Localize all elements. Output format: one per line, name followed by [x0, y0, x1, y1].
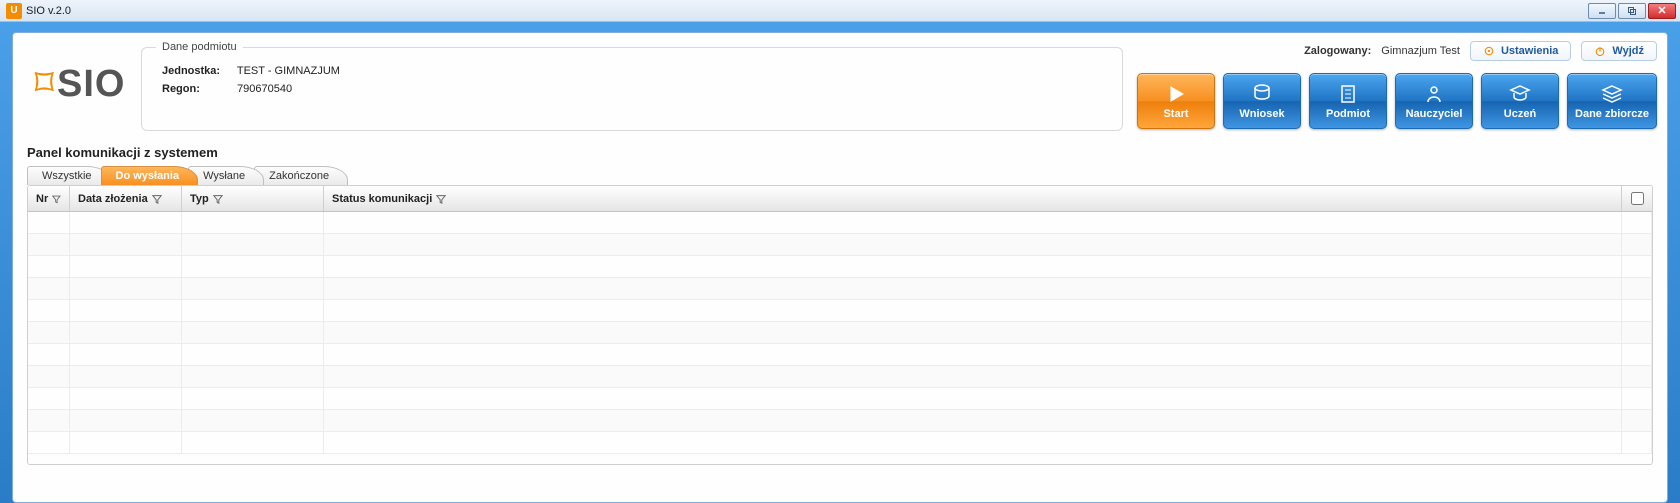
- table-row: [28, 366, 1652, 388]
- nav-uczen-label: Uczeń: [1504, 108, 1536, 120]
- header: ⌑SIO Dane podmiotu Jednostka: TEST - GIM…: [13, 33, 1667, 139]
- entity-fieldset: Dane podmiotu Jednostka: TEST - GIMNAZJU…: [141, 41, 1123, 131]
- filter-icon: [436, 194, 446, 204]
- settings-label: Ustawienia: [1501, 45, 1558, 57]
- nav-podmiot-label: Podmiot: [1326, 108, 1370, 120]
- nav-podmiot[interactable]: Podmiot: [1309, 73, 1387, 129]
- filter-icon: [213, 194, 223, 204]
- table-row: [28, 278, 1652, 300]
- col-type-label: Typ: [190, 193, 209, 205]
- table-row: [28, 344, 1652, 366]
- power-icon: [1594, 45, 1606, 57]
- col-status-label: Status komunikacji: [332, 193, 432, 205]
- play-icon: [1164, 82, 1188, 106]
- tab-wszystkie[interactable]: Wszystkie: [27, 166, 111, 185]
- logo-text: SIO: [57, 63, 125, 105]
- nav-start[interactable]: Start: [1137, 73, 1215, 129]
- teacher-icon: [1422, 82, 1446, 106]
- nav-nauczyciel[interactable]: Nauczyciel: [1395, 73, 1473, 129]
- table-row: [28, 410, 1652, 432]
- select-all-checkbox[interactable]: [1631, 192, 1644, 205]
- window-title: SIO v.2.0: [26, 5, 71, 17]
- close-button[interactable]: ✕: [1648, 3, 1676, 19]
- entity-legend: Dane podmiotu: [156, 41, 243, 53]
- table-row: [28, 432, 1652, 454]
- window-controls: ✕: [1588, 3, 1678, 19]
- app-frame: ⌑SIO Dane podmiotu Jednostka: TEST - GIM…: [0, 22, 1680, 503]
- table-row: [28, 388, 1652, 410]
- panel-title: Panel komunikacji z systemem: [13, 139, 1667, 166]
- nav-wniosek-label: Wniosek: [1239, 108, 1284, 120]
- jednostka-label: Jednostka:: [162, 65, 234, 77]
- grid: Nr Data złożenia Typ Status komunikacji: [27, 185, 1653, 465]
- tab-do-wyslania[interactable]: Do wysłania: [101, 166, 199, 185]
- col-checkbox: [1622, 186, 1652, 211]
- nav-row: Start Wniosek Podmiot Nauczyciel: [1137, 73, 1657, 129]
- building-icon: [1336, 82, 1360, 106]
- gear-icon: [1483, 45, 1495, 57]
- minimize-button[interactable]: [1588, 3, 1616, 19]
- table-row: [28, 300, 1652, 322]
- login-row: Zalogowany: Gimnazjum Test Ustawienia Wy…: [1304, 41, 1657, 61]
- jednostka-value: TEST - GIMNAZJUM: [237, 65, 340, 77]
- nav-uczen[interactable]: Uczeń: [1481, 73, 1559, 129]
- col-date-label: Data złożenia: [78, 193, 148, 205]
- window-titlebar: U SIO v.2.0 ✕: [0, 0, 1680, 22]
- filter-icon: [152, 194, 162, 204]
- nav-start-label: Start: [1163, 108, 1188, 120]
- table-row: [28, 212, 1652, 234]
- nav-nauczyciel-label: Nauczyciel: [1406, 108, 1463, 120]
- filter-icon: [52, 194, 61, 204]
- logout-label: Wyjdź: [1612, 45, 1644, 57]
- col-status[interactable]: Status komunikacji: [324, 186, 1622, 211]
- regon-label: Regon:: [162, 83, 234, 95]
- header-right: Zalogowany: Gimnazjum Test Ustawienia Wy…: [1137, 41, 1657, 129]
- logged-in-user: Gimnazjum Test: [1381, 45, 1460, 57]
- layers-icon: [1600, 82, 1624, 106]
- nav-dane-label: Dane zbiorcze: [1575, 108, 1649, 120]
- logout-button[interactable]: Wyjdź: [1581, 41, 1657, 61]
- shield-icon: ⌑: [35, 63, 56, 105]
- grid-body: [28, 212, 1652, 454]
- tab-zakonczone[interactable]: Zakończone: [254, 166, 348, 185]
- col-type[interactable]: Typ: [182, 186, 324, 211]
- table-row: [28, 256, 1652, 278]
- database-icon: [1250, 82, 1274, 106]
- student-icon: [1508, 82, 1532, 106]
- regon-value: 790670540: [237, 83, 292, 95]
- content-area: ⌑SIO Dane podmiotu Jednostka: TEST - GIM…: [12, 32, 1668, 503]
- tab-wyslane[interactable]: Wysłane: [188, 166, 264, 185]
- col-nr-label: Nr: [36, 193, 48, 205]
- nav-wniosek[interactable]: Wniosek: [1223, 73, 1301, 129]
- col-date[interactable]: Data złożenia: [70, 186, 182, 211]
- nav-dane-zbiorcze[interactable]: Dane zbiorcze: [1567, 73, 1657, 129]
- col-nr[interactable]: Nr: [28, 186, 70, 211]
- logged-in-label: Zalogowany:: [1304, 45, 1371, 57]
- table-row: [28, 322, 1652, 344]
- grid-header: Nr Data złożenia Typ Status komunikacji: [28, 186, 1652, 212]
- maximize-button[interactable]: [1618, 3, 1646, 19]
- logo: ⌑SIO: [25, 41, 135, 106]
- app-icon: U: [6, 3, 22, 19]
- settings-button[interactable]: Ustawienia: [1470, 41, 1571, 61]
- table-row: [28, 234, 1652, 256]
- tabs: Wszystkie Do wysłania Wysłane Zakończone: [13, 166, 1667, 185]
